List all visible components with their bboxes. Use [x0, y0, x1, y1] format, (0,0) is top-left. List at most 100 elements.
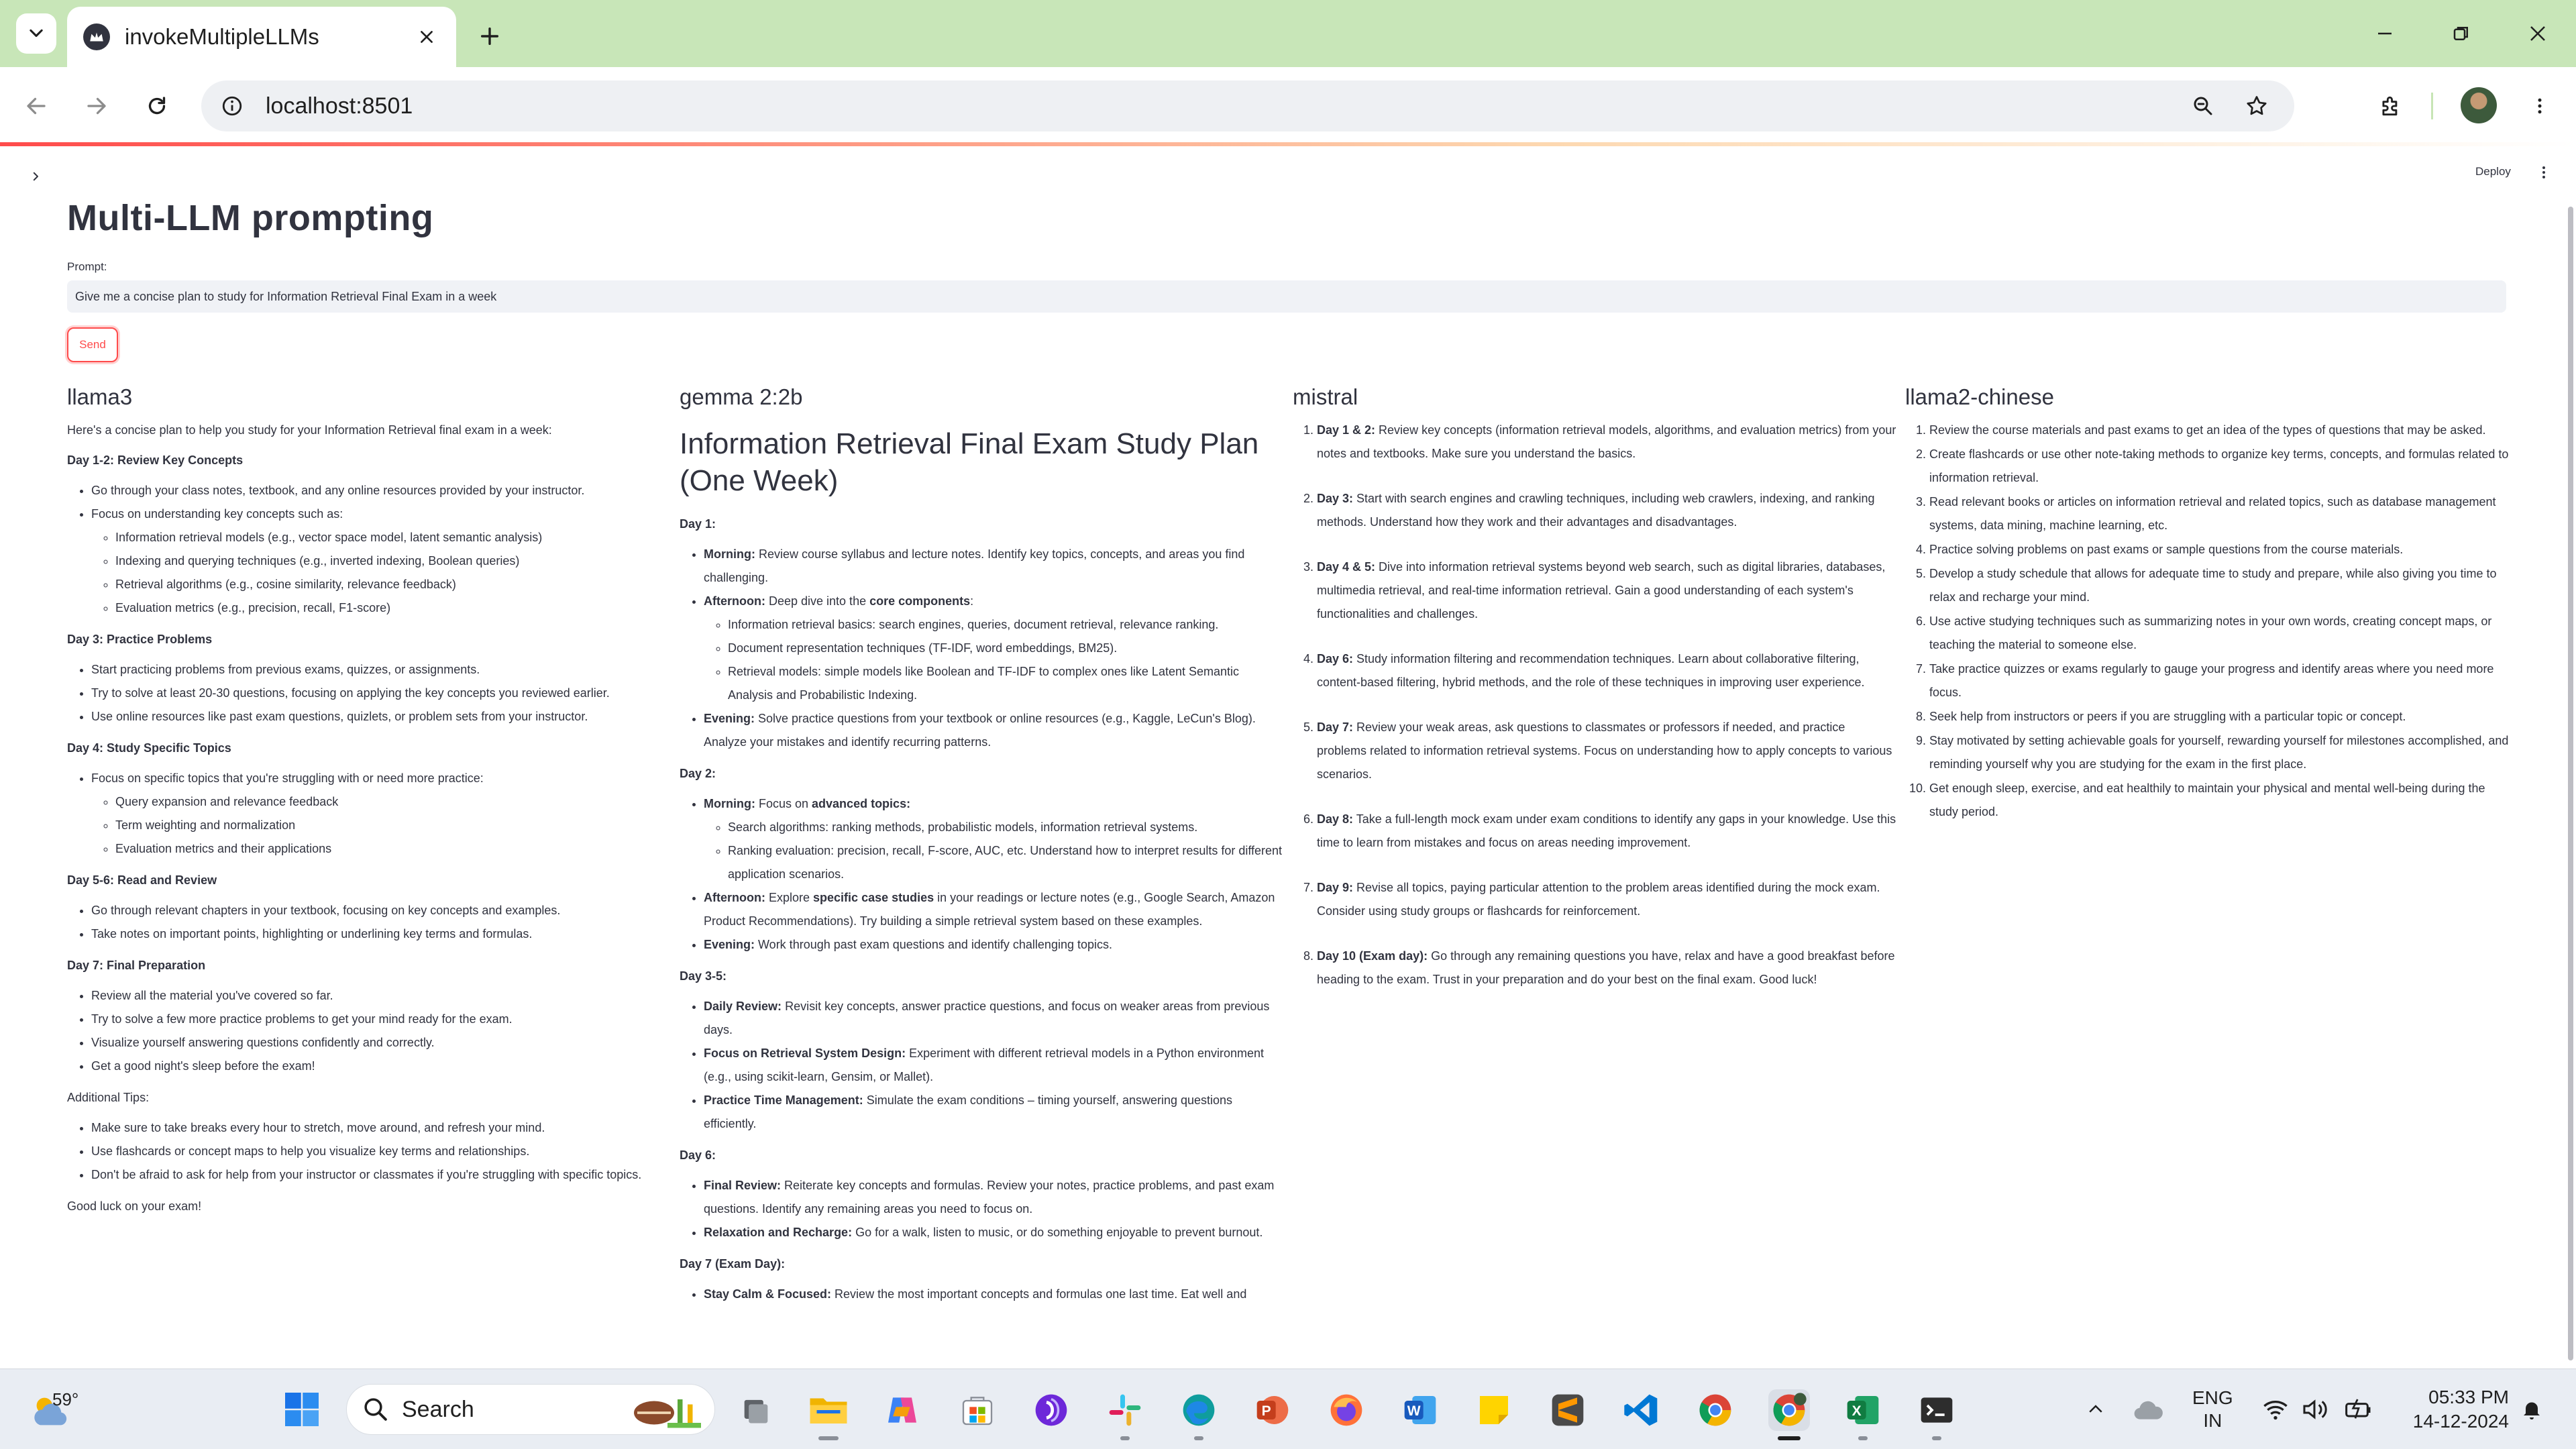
- chrome-profile-active-icon[interactable]: [1768, 1389, 1810, 1431]
- deploy-button[interactable]: Deploy: [2475, 165, 2511, 178]
- svg-text:P: P: [1262, 1403, 1271, 1419]
- new-tab-plus-icon[interactable]: [470, 16, 510, 56]
- battery-charging-icon[interactable]: [2344, 1396, 2371, 1423]
- item-label: Day 1 & 2:: [1317, 423, 1376, 437]
- search-highlight-illustration-icon: [634, 1399, 701, 1428]
- onedrive-cloud-icon[interactable]: [2132, 1396, 2165, 1423]
- info-icon[interactable]: [219, 93, 246, 119]
- list-item: Day 10 (Exam day): Go through any remain…: [1317, 945, 1896, 991]
- list-item: Afternoon: Explore specific case studies…: [704, 886, 1283, 933]
- item-label: Practice Time Management:: [704, 1093, 863, 1107]
- tab-title: invokeMultipleLLMs: [125, 24, 319, 49]
- terminal-icon[interactable]: [1916, 1389, 1957, 1431]
- tips-title: Additional Tips:: [67, 1091, 150, 1104]
- section-title: Day 2:: [680, 767, 716, 780]
- system-clock[interactable]: 05:33 PM 14-12-2024: [2388, 1385, 2509, 1434]
- list-item: Day 8: Take a full-length mock exam unde…: [1317, 808, 1896, 855]
- item-label: Daily Review:: [704, 1000, 782, 1013]
- media-player-icon[interactable]: [1030, 1389, 1072, 1431]
- sidebar-expand-chevron-icon[interactable]: [25, 166, 46, 186]
- weather-widget[interactable]: 59°: [27, 1381, 107, 1438]
- send-button[interactable]: Send: [67, 327, 118, 362]
- file-explorer-icon[interactable]: [808, 1389, 849, 1431]
- bullet-list: Morning: Review course syllabus and lect…: [680, 543, 1283, 754]
- list-item: Stay motivated by setting achievable goa…: [1929, 729, 2509, 776]
- forward-arrow-icon[interactable]: [76, 86, 117, 126]
- item-text: Review course syllabus and lecture notes…: [704, 547, 1245, 584]
- reload-icon[interactable]: [137, 86, 177, 126]
- profile-avatar[interactable]: [2461, 87, 2497, 123]
- item-text: Revisit key concepts, answer practice qu…: [704, 1000, 1270, 1036]
- list-item: Evening: Solve practice questions from y…: [704, 707, 1283, 754]
- notification-bell-icon[interactable]: [2520, 1396, 2546, 1423]
- model-heading: llama2-chinese: [1905, 384, 2054, 409]
- url-text[interactable]: localhost:8501: [266, 93, 2169, 119]
- item-label: Focus on Retrieval System Design:: [704, 1046, 906, 1060]
- item-emphasis: specific case studies: [813, 891, 934, 904]
- slack-icon[interactable]: [1104, 1389, 1146, 1431]
- scrollbar-thumb[interactable]: [2568, 207, 2573, 1360]
- sub-list-item: Information retrieval models (e.g., vect…: [115, 526, 671, 549]
- tray-overflow-chevron-icon[interactable]: [2082, 1396, 2109, 1423]
- task-view-icon[interactable]: [735, 1389, 777, 1431]
- list-item: Focus on understanding key concepts such…: [91, 502, 671, 620]
- excel-icon[interactable]: X: [1842, 1389, 1884, 1431]
- section-title: Day 3-5:: [680, 969, 727, 983]
- active-indicator: [1778, 1436, 1801, 1440]
- restore-icon[interactable]: [2431, 12, 2491, 55]
- app-menu-kebab-icon[interactable]: [2536, 162, 2552, 182]
- response-closing: Good luck on your exam!: [67, 1199, 202, 1213]
- address-bar[interactable]: localhost:8501: [201, 80, 2294, 131]
- extensions-puzzle-icon[interactable]: [2371, 86, 2411, 126]
- bookmark-star-icon[interactable]: [2237, 86, 2277, 126]
- sub-list-item: Retrieval algorithms (e.g., cosine simil…: [115, 573, 671, 596]
- section-title: Day 4: Study Specific Topics: [67, 741, 231, 755]
- zoom-icon[interactable]: [2183, 86, 2223, 126]
- browser-menu-kebab-icon[interactable]: [2520, 86, 2560, 126]
- sticky-notes-icon[interactable]: [1473, 1389, 1515, 1431]
- list-item: Go through relevant chapters in your tex…: [91, 899, 671, 922]
- edge-browser-icon[interactable]: [1178, 1389, 1220, 1431]
- response-column-mistral: mistral Day 1 & 2: Review key concepts (…: [1293, 382, 1896, 1013]
- bullet-list: Stay Calm & Focused: Review the most imp…: [680, 1283, 1283, 1306]
- vscode-icon[interactable]: [1621, 1389, 1662, 1431]
- item-text: Take a full-length mock exam under exam …: [1317, 812, 1896, 849]
- list-item: Make sure to take breaks every hour to s…: [91, 1116, 671, 1140]
- windows-start-icon[interactable]: [282, 1389, 322, 1430]
- streamlit-app: Deploy Multi-LLM prompting Prompt: Send …: [0, 146, 2576, 1368]
- chrome-icon[interactable]: [1695, 1389, 1736, 1431]
- list-item: Day 3: Start with search engines and cra…: [1317, 487, 1896, 534]
- word-icon[interactable]: W: [1399, 1389, 1441, 1431]
- wifi-icon[interactable]: [2262, 1396, 2289, 1423]
- window-close-icon[interactable]: [2508, 12, 2568, 55]
- tab-search-button[interactable]: [16, 13, 56, 54]
- response-intro: Here's a concise plan to help you study …: [67, 423, 552, 437]
- taskbar-search[interactable]: Search: [346, 1384, 715, 1435]
- item-label: Afternoon:: [704, 891, 765, 904]
- powerpoint-icon[interactable]: P: [1252, 1389, 1293, 1431]
- language-indicator[interactable]: ENG IN: [2192, 1387, 2233, 1432]
- item-text: Review your weak areas, ask questions to…: [1317, 720, 1892, 781]
- item-text: Work through past exam questions and ide…: [755, 938, 1112, 951]
- model-heading: gemma 2:2b: [680, 384, 803, 409]
- back-arrow-icon[interactable]: [16, 86, 56, 126]
- prompt-input[interactable]: [67, 280, 2506, 313]
- list-item: Focus on Retrieval System Design: Experi…: [704, 1042, 1283, 1089]
- copilot-icon[interactable]: [881, 1389, 923, 1431]
- list-item: Start practicing problems from previous …: [91, 658, 671, 682]
- clock-time: 05:33 PM: [2428, 1387, 2509, 1407]
- sublime-text-icon[interactable]: [1547, 1389, 1589, 1431]
- firefox-icon[interactable]: [1326, 1389, 1367, 1431]
- browser-tab-active[interactable]: invokeMultipleLLMs: [67, 7, 456, 67]
- browser-title-bar: invokeMultipleLLMs: [0, 0, 2576, 67]
- sub-list-item: Evaluation metrics and their application…: [115, 837, 671, 861]
- item-label: Evening:: [704, 938, 755, 951]
- microsoft-store-icon[interactable]: [957, 1389, 998, 1431]
- minimize-icon[interactable]: [2355, 12, 2415, 55]
- list-item: Day 4 & 5: Dive into information retriev…: [1317, 555, 1896, 626]
- running-indicator: [1194, 1436, 1203, 1440]
- item-label: Day 3:: [1317, 492, 1354, 505]
- volume-icon[interactable]: [2301, 1396, 2328, 1423]
- list-item: Use online resources like past exam ques…: [91, 705, 671, 729]
- close-icon[interactable]: [413, 23, 440, 50]
